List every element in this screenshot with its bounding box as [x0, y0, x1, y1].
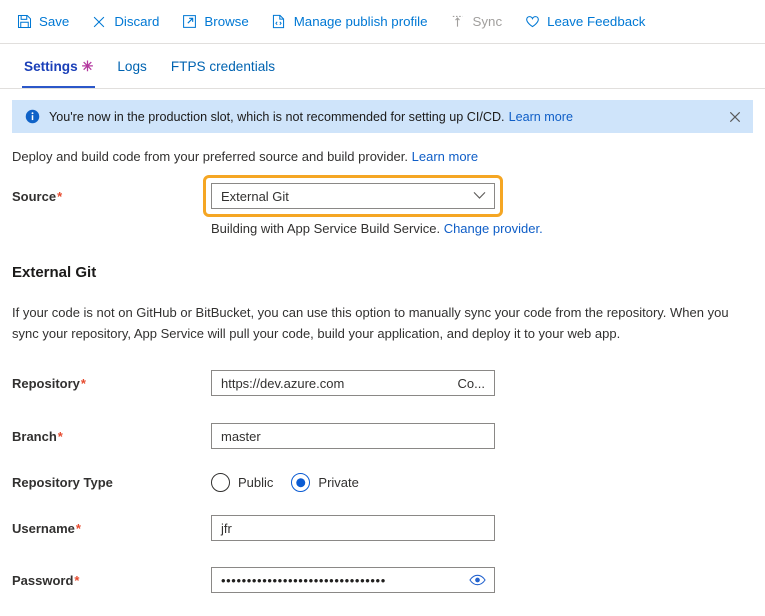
open-external-icon: [181, 14, 197, 30]
sync-label: Sync: [472, 14, 503, 29]
branch-required-marker: *: [57, 428, 63, 444]
branch-label-text: Branch: [12, 428, 57, 444]
source-label: Source*: [12, 189, 211, 204]
repository-type-label-text: Repository Type: [12, 475, 113, 490]
source-field: External Git: [203, 175, 503, 217]
info-icon: [25, 109, 40, 124]
radio-public-label: Public: [238, 475, 274, 490]
browse-button[interactable]: Browse: [179, 7, 259, 37]
intro-text: Deploy and build code from your preferre…: [12, 149, 409, 164]
username-label: Username*: [12, 521, 211, 536]
repository-label-text: Repository: [12, 375, 80, 391]
branch-input-value: master: [221, 428, 261, 444]
repository-label: Repository*: [12, 376, 211, 391]
tab-logs[interactable]: Logs: [105, 44, 158, 88]
build-provider-note: Building with App Service Build Service.…: [211, 221, 753, 236]
password-label-text: Password: [12, 572, 74, 588]
save-icon: [16, 14, 32, 30]
section-description: If your code is not on GitHub or BitBuck…: [12, 305, 729, 341]
radio-private-circle: [291, 473, 311, 492]
branch-row: Branch* master: [12, 423, 753, 449]
banner-learn-more-link[interactable]: Learn more: [509, 110, 573, 124]
repository-row: Repository* https://dev.azure.com Co...: [12, 370, 753, 396]
radio-private[interactable]: Private: [291, 473, 359, 492]
password-label: Password*: [12, 573, 211, 588]
eye-icon[interactable]: [469, 574, 486, 586]
command-bar: Save Discard Browse Manage publish profi…: [0, 0, 765, 43]
source-select[interactable]: External Git: [211, 183, 495, 209]
discard-button[interactable]: Discard: [89, 7, 170, 37]
source-select-wrap: External Git: [203, 175, 503, 217]
intro-text-row: Deploy and build code from your preferre…: [12, 149, 753, 164]
password-required-marker: *: [74, 572, 80, 588]
username-label-text: Username: [12, 520, 75, 536]
browse-label: Browse: [204, 14, 249, 29]
save-button[interactable]: Save: [14, 7, 80, 37]
source-row: Source* External Git: [12, 175, 753, 217]
manage-publish-profile-label: Manage publish profile: [293, 14, 428, 29]
repository-input-overflow: Co...: [457, 375, 485, 391]
username-row: Username* jfr: [12, 515, 753, 541]
repository-input-value: https://dev.azure.com: [221, 375, 345, 391]
main-content: Deploy and build code from your preferre…: [0, 149, 765, 593]
password-input-value: ••••••••••••••••••••••••••••••••: [221, 572, 386, 588]
sync-icon: [450, 14, 466, 30]
heart-icon: [524, 14, 540, 30]
manage-publish-profile-button[interactable]: Manage publish profile: [269, 7, 439, 37]
source-required-marker: *: [57, 188, 63, 204]
banner-text: You're now in the production slot, which…: [49, 109, 505, 124]
tab-ftps-credentials-label: FTPS credentials: [170, 58, 276, 74]
username-input[interactable]: jfr: [211, 515, 495, 541]
radio-public[interactable]: Public: [211, 473, 273, 492]
save-label: Save: [39, 14, 70, 29]
leave-feedback-label: Leave Feedback: [547, 14, 646, 29]
tab-settings-label: Settings: [24, 58, 78, 74]
password-row: Password* ••••••••••••••••••••••••••••••…: [12, 567, 753, 593]
tab-settings[interactable]: Settings ✳: [12, 44, 105, 88]
username-input-value: jfr: [221, 520, 232, 536]
code-file-icon: [271, 14, 287, 30]
section-title: External Git: [12, 264, 97, 281]
tab-bar: Settings ✳ Logs FTPS credentials: [0, 44, 765, 89]
repository-required-marker: *: [80, 375, 86, 391]
branch-input[interactable]: master: [211, 423, 495, 449]
unsaved-changes-asterisk-icon: ✳: [81, 58, 94, 74]
repository-input[interactable]: https://dev.azure.com Co...: [211, 370, 495, 396]
password-input[interactable]: ••••••••••••••••••••••••••••••••: [211, 567, 495, 593]
branch-label: Branch*: [12, 429, 211, 444]
change-provider-link[interactable]: Change provider.: [444, 221, 543, 236]
sync-button: Sync: [448, 7, 514, 37]
repository-type-label: Repository Type: [12, 475, 211, 490]
build-provider-text: Building with App Service Build Service.: [211, 221, 441, 236]
username-required-marker: *: [75, 520, 81, 536]
banner-close-button[interactable]: [727, 109, 743, 125]
production-slot-info-banner: You're now in the production slot, which…: [12, 100, 753, 133]
radio-private-label: Private: [318, 475, 359, 490]
repository-type-row: Repository Type Public Private: [12, 473, 753, 492]
banner-container: You're now in the production slot, which…: [0, 89, 765, 133]
repository-type-radio-group: Public Private: [211, 473, 359, 492]
source-label-text: Source: [12, 188, 57, 204]
leave-feedback-button[interactable]: Leave Feedback: [522, 7, 656, 37]
tab-logs-label: Logs: [117, 58, 147, 74]
tab-ftps-credentials[interactable]: FTPS credentials: [159, 44, 287, 88]
discard-label: Discard: [114, 14, 160, 29]
close-x-icon: [91, 14, 107, 30]
radio-public-circle: [211, 473, 230, 492]
source-select-value: External Git: [221, 188, 289, 204]
intro-learn-more-link[interactable]: Learn more: [412, 149, 478, 164]
